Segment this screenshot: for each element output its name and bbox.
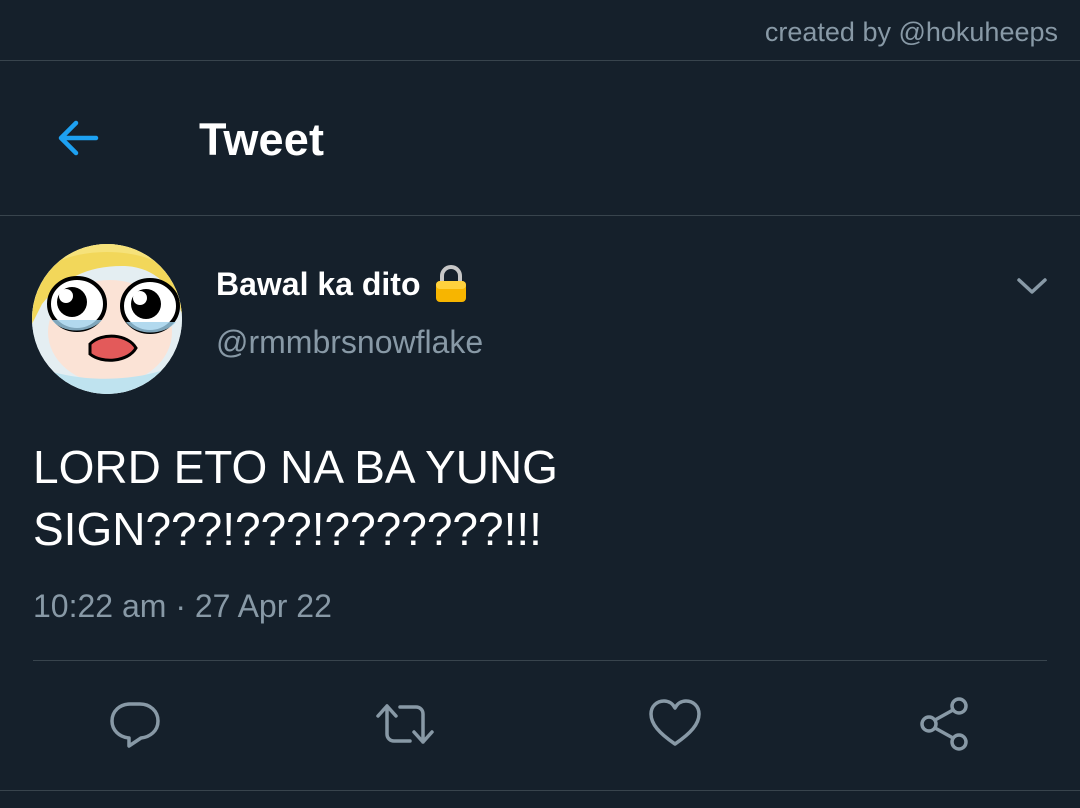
author-name-row[interactable]: Bawal ka dito xyxy=(216,262,469,306)
retweet-button[interactable] xyxy=(373,694,437,754)
watermark: created by @hokuheeps xyxy=(764,17,1058,47)
back-button[interactable] xyxy=(50,112,106,164)
page-title: Tweet xyxy=(199,114,325,165)
top-divider xyxy=(0,60,1080,61)
reply-button[interactable] xyxy=(103,694,167,754)
heart-icon xyxy=(649,699,701,746)
author-handle[interactable]: @rmmbrsnowflake xyxy=(216,320,483,364)
tweet-text: LORD ETO NA BA YUNG SIGN???!???!???????!… xyxy=(33,441,558,555)
retweet-icon xyxy=(376,704,434,744)
avatar[interactable] xyxy=(32,244,182,394)
lock-icon xyxy=(435,265,466,302)
header-divider xyxy=(0,215,1080,216)
like-button[interactable] xyxy=(643,694,707,754)
tweet-timestamp[interactable]: 10:22 am · 27 Apr 22 xyxy=(33,584,332,628)
bottom-divider xyxy=(0,790,1080,791)
arrow-left-icon xyxy=(58,120,99,156)
actions-divider xyxy=(33,660,1047,661)
avatar-image xyxy=(32,244,182,394)
display-name: Bawal ka dito xyxy=(216,266,421,302)
chevron-down-icon xyxy=(1017,278,1047,294)
share-icon xyxy=(920,697,968,751)
share-button[interactable] xyxy=(913,694,977,754)
tweet-menu-button[interactable] xyxy=(1010,266,1054,306)
reply-icon xyxy=(110,702,160,748)
